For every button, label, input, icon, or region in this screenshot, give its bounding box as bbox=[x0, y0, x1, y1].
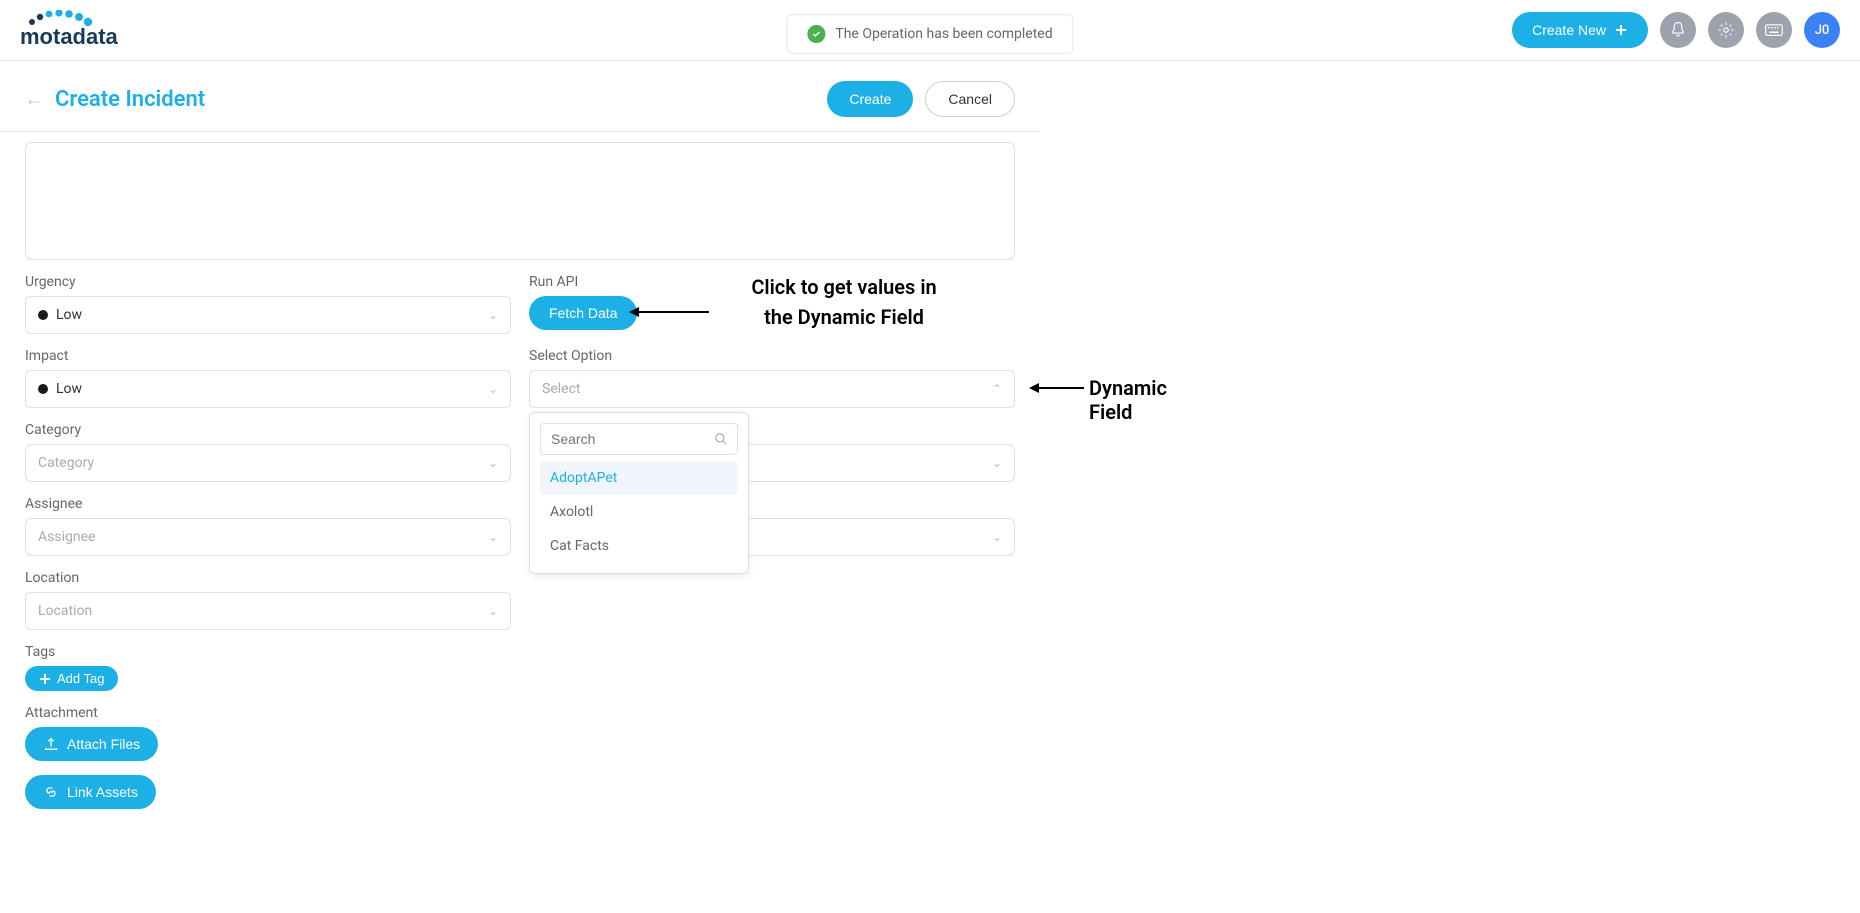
attachment-field: Attachment Attach Files bbox=[25, 705, 1015, 761]
dropdown-option[interactable]: AdoptAPet bbox=[540, 461, 738, 495]
urgency-label: Urgency bbox=[25, 274, 511, 290]
page-title: Create Incident bbox=[55, 87, 205, 112]
create-new-button[interactable]: Create New bbox=[1512, 12, 1648, 48]
link-assets-field: Link Assets bbox=[25, 775, 1015, 809]
run-api-label: Run API bbox=[529, 274, 1015, 290]
form-row-urgency-api: Urgency Low ⌄ Run API Fetch Data Click t… bbox=[25, 274, 1015, 334]
chevron-down-icon: ⌄ bbox=[488, 530, 498, 544]
annotation-arrow-dynamic bbox=[1029, 380, 1084, 396]
tags-field: Tags Add Tag bbox=[25, 644, 1015, 691]
create-button[interactable]: Create bbox=[827, 81, 913, 117]
logo-svg: motadata bbox=[20, 10, 160, 50]
select-option-field: Select Option Select ⌃ AdoptAPet Axolotl… bbox=[529, 348, 1015, 408]
plus-icon bbox=[1614, 23, 1628, 37]
chevron-down-icon: ⌄ bbox=[992, 456, 1002, 470]
select-option-select[interactable]: Select ⌃ bbox=[529, 370, 1015, 408]
urgency-value: Low bbox=[56, 307, 82, 323]
page-title-wrap: ← Create Incident bbox=[25, 87, 205, 112]
chevron-down-icon: ⌄ bbox=[992, 530, 1002, 544]
category-placeholder: Category bbox=[38, 455, 94, 471]
settings-button[interactable] bbox=[1708, 12, 1744, 48]
chevron-down-icon: ⌄ bbox=[488, 604, 498, 618]
avatar-text: J0 bbox=[1815, 23, 1830, 38]
attachment-label: Attachment bbox=[25, 705, 1015, 721]
assignee-select[interactable]: Assignee ⌄ bbox=[25, 518, 511, 556]
back-arrow-icon[interactable]: ← bbox=[25, 89, 43, 110]
header-actions: Create New J0 bbox=[1512, 12, 1840, 48]
chevron-down-icon: ⌄ bbox=[488, 382, 498, 396]
location-label: Location bbox=[25, 570, 511, 586]
create-new-label: Create New bbox=[1532, 22, 1606, 38]
urgency-field: Urgency Low ⌄ bbox=[25, 274, 511, 334]
assignee-placeholder: Assignee bbox=[38, 529, 95, 545]
select-option-placeholder: Select bbox=[542, 381, 580, 397]
chevron-down-icon: ⌄ bbox=[488, 456, 498, 470]
select-option-label: Select Option bbox=[529, 348, 1015, 364]
gear-icon bbox=[1717, 21, 1735, 39]
add-tag-label: Add Tag bbox=[57, 671, 104, 686]
category-field: Category Category ⌄ bbox=[25, 422, 511, 482]
user-avatar[interactable]: J0 bbox=[1804, 12, 1840, 48]
assignee-field: Assignee Assignee ⌄ bbox=[25, 496, 511, 556]
add-tag-button[interactable]: Add Tag bbox=[25, 666, 118, 691]
dropdown-search-input[interactable] bbox=[540, 423, 738, 455]
form-container: Urgency Low ⌄ Run API Fetch Data Click t… bbox=[0, 132, 1040, 833]
search-icon bbox=[714, 431, 728, 450]
impact-field: Impact Low ⌄ bbox=[25, 348, 511, 408]
keyboard-icon bbox=[1765, 23, 1783, 37]
tags-label: Tags bbox=[25, 644, 1015, 660]
cancel-button[interactable]: Cancel bbox=[925, 81, 1015, 117]
impact-value: Low bbox=[56, 381, 82, 397]
impact-label: Impact bbox=[25, 348, 511, 364]
page-header: ← Create Incident Create Cancel bbox=[0, 61, 1040, 132]
logo: motadata bbox=[20, 10, 160, 50]
bell-icon bbox=[1669, 21, 1687, 39]
assignee-label: Assignee bbox=[25, 496, 511, 512]
urgency-select[interactable]: Low ⌄ bbox=[25, 296, 511, 334]
keyboard-button[interactable] bbox=[1756, 12, 1792, 48]
form-row-category: Category Category ⌄ ⌄ bbox=[25, 422, 1015, 482]
toast-message: The Operation has been completed bbox=[835, 26, 1052, 42]
success-check-icon bbox=[807, 25, 825, 43]
form-row-impact-select: Impact Low ⌄ Select Option Select ⌃ A bbox=[25, 348, 1015, 408]
run-api-field: Run API Fetch Data Click to get values i… bbox=[529, 274, 1015, 334]
upload-icon bbox=[43, 736, 59, 752]
priority-dot-icon bbox=[38, 310, 48, 320]
notifications-button[interactable] bbox=[1660, 12, 1696, 48]
attach-files-button[interactable]: Attach Files bbox=[25, 727, 158, 761]
attach-files-label: Attach Files bbox=[67, 736, 140, 752]
select-option-dropdown: AdoptAPet Axolotl Cat Facts bbox=[529, 412, 749, 574]
link-icon bbox=[43, 784, 59, 800]
impact-select[interactable]: Low ⌄ bbox=[25, 370, 511, 408]
dropdown-option[interactable]: Cat Facts bbox=[540, 529, 738, 563]
location-select[interactable]: Location ⌄ bbox=[25, 592, 511, 630]
dropdown-option[interactable]: Axolotl bbox=[540, 495, 738, 529]
chevron-down-icon: ⌄ bbox=[488, 308, 498, 322]
form-row-assignee: Assignee Assignee ⌄ ⌄ bbox=[25, 496, 1015, 556]
fetch-data-button[interactable]: Fetch Data bbox=[529, 296, 637, 330]
category-label: Category bbox=[25, 422, 511, 438]
annotation-dynamic: Dynamic Field bbox=[1089, 376, 1167, 424]
description-textarea[interactable] bbox=[25, 142, 1015, 260]
link-assets-label: Link Assets bbox=[67, 784, 138, 800]
page-actions: Create Cancel bbox=[827, 81, 1015, 117]
svg-text:motadata: motadata bbox=[20, 24, 119, 49]
priority-dot-icon bbox=[38, 384, 48, 394]
toast-notification: The Operation has been completed bbox=[786, 14, 1073, 54]
chevron-up-icon: ⌃ bbox=[992, 382, 1002, 396]
location-placeholder: Location bbox=[38, 603, 92, 619]
plus-icon bbox=[39, 673, 51, 685]
link-assets-button[interactable]: Link Assets bbox=[25, 775, 156, 809]
category-select[interactable]: Category ⌄ bbox=[25, 444, 511, 482]
app-header: motadata The Operation has been complete… bbox=[0, 0, 1860, 61]
location-field: Location Location ⌄ bbox=[25, 570, 511, 630]
annotation-arrow-fetch bbox=[629, 304, 709, 320]
